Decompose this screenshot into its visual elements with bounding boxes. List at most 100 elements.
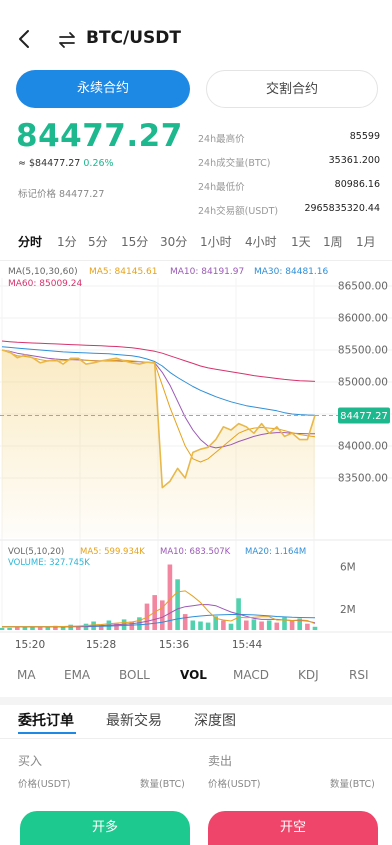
stat-label: 24h最高价	[198, 134, 245, 145]
volume-bar	[7, 627, 12, 630]
stat-label: 24h最低价	[198, 182, 245, 193]
tab-period-1h[interactable]: 1小时	[200, 233, 232, 250]
ma60-legend: MA60: 85009.24	[8, 279, 82, 289]
y-tick-label: 85500.00	[338, 345, 388, 357]
y-tick-label: 84000.00	[338, 441, 388, 453]
volume-bar	[266, 620, 272, 630]
volume-bar	[160, 600, 165, 630]
tab-delivery-contract[interactable]: 交割合约	[206, 70, 378, 108]
stat-value: 35361.200	[328, 155, 380, 166]
volume-bar	[289, 620, 295, 630]
current-price-tag-label: 84477.27	[340, 411, 388, 422]
stat-row: 24h最高价 85599	[198, 131, 380, 155]
tab-latest-trades[interactable]: 最新交易	[106, 710, 162, 730]
tab-period-1w[interactable]: 1周	[323, 233, 343, 250]
tab-period-1mo[interactable]: 1月	[356, 233, 376, 250]
back-arrow-icon[interactable]	[14, 28, 36, 50]
volume-bar	[15, 627, 20, 630]
tab-period-timeshare[interactable]: 分时	[18, 233, 42, 250]
contract-type-tabs: 永续合约 交割合约	[16, 70, 378, 108]
stat-value: 2965835320.44	[304, 203, 380, 214]
volume-bar	[137, 617, 142, 630]
volume-bar	[129, 621, 135, 630]
vol-ma10-legend: MA10: 683.507K	[160, 547, 231, 557]
order-tabs: 委托订单 最新交易 深度图	[0, 710, 392, 732]
open-long-button[interactable]: 开多	[20, 811, 190, 845]
vol-ma20-legend: MA20: 1.164M	[245, 547, 306, 557]
tab-indicator-macd[interactable]: MACD	[233, 668, 269, 682]
volume-bar	[221, 620, 226, 630]
tab-indicator-kdj[interactable]: KDJ	[298, 668, 319, 682]
tab-indicator-ma[interactable]: MA	[17, 668, 36, 682]
volume-legend: VOLUME: 327.745K	[8, 558, 90, 568]
stat-label: 24h成交量(BTC)	[198, 158, 271, 169]
volume-y-tick-label: 6M	[340, 562, 356, 574]
x-tick-label: 15:20	[15, 639, 45, 651]
price-summary: ≈ $84477.27 0.26%	[18, 158, 114, 169]
buy-qty-column: 数量(BTC)	[140, 779, 185, 790]
change-percent: 0.26%	[83, 158, 114, 169]
tab-period-1m[interactable]: 1分	[57, 233, 77, 250]
stat-row: 24h交易额(USDT) 2965835320.44	[198, 203, 380, 227]
tab-period-1d[interactable]: 1天	[291, 233, 311, 250]
volume-y-tick-label: 2M	[340, 604, 356, 616]
tab-indicator-vol[interactable]: VOL	[180, 668, 207, 682]
volume-bar	[244, 620, 249, 630]
vol-params-label: VOL(5,10,20)	[8, 547, 64, 557]
divider	[0, 738, 392, 739]
volume-bar	[37, 627, 43, 630]
top-bar: BTC/USDT	[0, 18, 392, 62]
pair-title[interactable]: BTC/USDT	[86, 28, 181, 48]
tab-indicator-ema[interactable]: EMA	[64, 668, 90, 682]
tab-period-30m[interactable]: 30分	[160, 233, 187, 250]
volume-bar	[312, 626, 318, 630]
y-tick-label: 85000.00	[338, 377, 388, 389]
price-chart[interactable]: 86500.0086000.0085500.0085000.0084500.00…	[0, 262, 392, 654]
open-short-button[interactable]: 开空	[208, 811, 378, 845]
y-tick-label: 86000.00	[338, 313, 388, 325]
sell-header: 卖出	[208, 754, 233, 768]
stat-label: 24h交易额(USDT)	[198, 206, 279, 217]
sell-price-column: 价格(USDT)	[208, 779, 261, 790]
volume-bar	[305, 623, 310, 630]
tab-open-orders[interactable]: 委托订单	[18, 710, 74, 730]
volume-bars	[0, 564, 318, 630]
y-tick-label: 83500.00	[338, 473, 388, 485]
x-tick-label: 15:36	[159, 639, 190, 651]
x-tick-label: 15:44	[232, 639, 263, 651]
volume-bar	[175, 579, 180, 630]
volume-bar	[259, 621, 264, 630]
tab-indicator-rsi[interactable]: RSI	[349, 668, 369, 682]
last-price: 84477.27	[16, 118, 183, 154]
vol-ma5-legend: MA5: 599.934K	[80, 547, 145, 557]
sell-qty-column: 数量(BTC)	[330, 779, 375, 790]
swap-arrows-icon[interactable]	[58, 31, 76, 49]
volume-bar	[251, 619, 257, 630]
stat-row: 24h成交量(BTC) 35361.200	[198, 155, 380, 179]
ma10-legend: MA10: 84191.97	[170, 267, 244, 277]
tab-perpetual-contract[interactable]: 永续合约	[16, 70, 190, 108]
tab-period-4h[interactable]: 4小时	[245, 233, 277, 250]
approx-usd-price: ≈ $84477.27	[18, 158, 81, 169]
tab-period-15m[interactable]: 15分	[121, 233, 148, 250]
mark-price: 标记价格 84477.27	[18, 186, 104, 200]
24h-stats: 24h最高价 85599 24h成交量(BTC) 35361.200 24h最低…	[198, 131, 380, 227]
y-tick-label: 86500.00	[338, 281, 388, 293]
tab-period-5m[interactable]: 5分	[88, 233, 108, 250]
volume-bar	[0, 627, 5, 630]
section-separator	[0, 697, 392, 705]
volume-bar	[68, 624, 73, 630]
volume-bar	[282, 617, 287, 630]
volume-bar	[198, 621, 203, 630]
volume-bar	[205, 622, 211, 630]
tab-indicator-boll[interactable]: BOLL	[119, 668, 150, 682]
volume-bar	[274, 622, 280, 630]
ma-params-label: MA(5,10,30,60)	[8, 267, 78, 277]
volume-bar	[182, 614, 188, 630]
x-tick-label: 15:28	[86, 639, 116, 651]
stat-value: 85599	[349, 131, 380, 142]
buy-header: 买入	[18, 754, 43, 768]
tab-depth-chart[interactable]: 深度图	[194, 710, 236, 730]
divider	[0, 260, 392, 261]
mark-price-label: 标记价格	[18, 189, 57, 200]
